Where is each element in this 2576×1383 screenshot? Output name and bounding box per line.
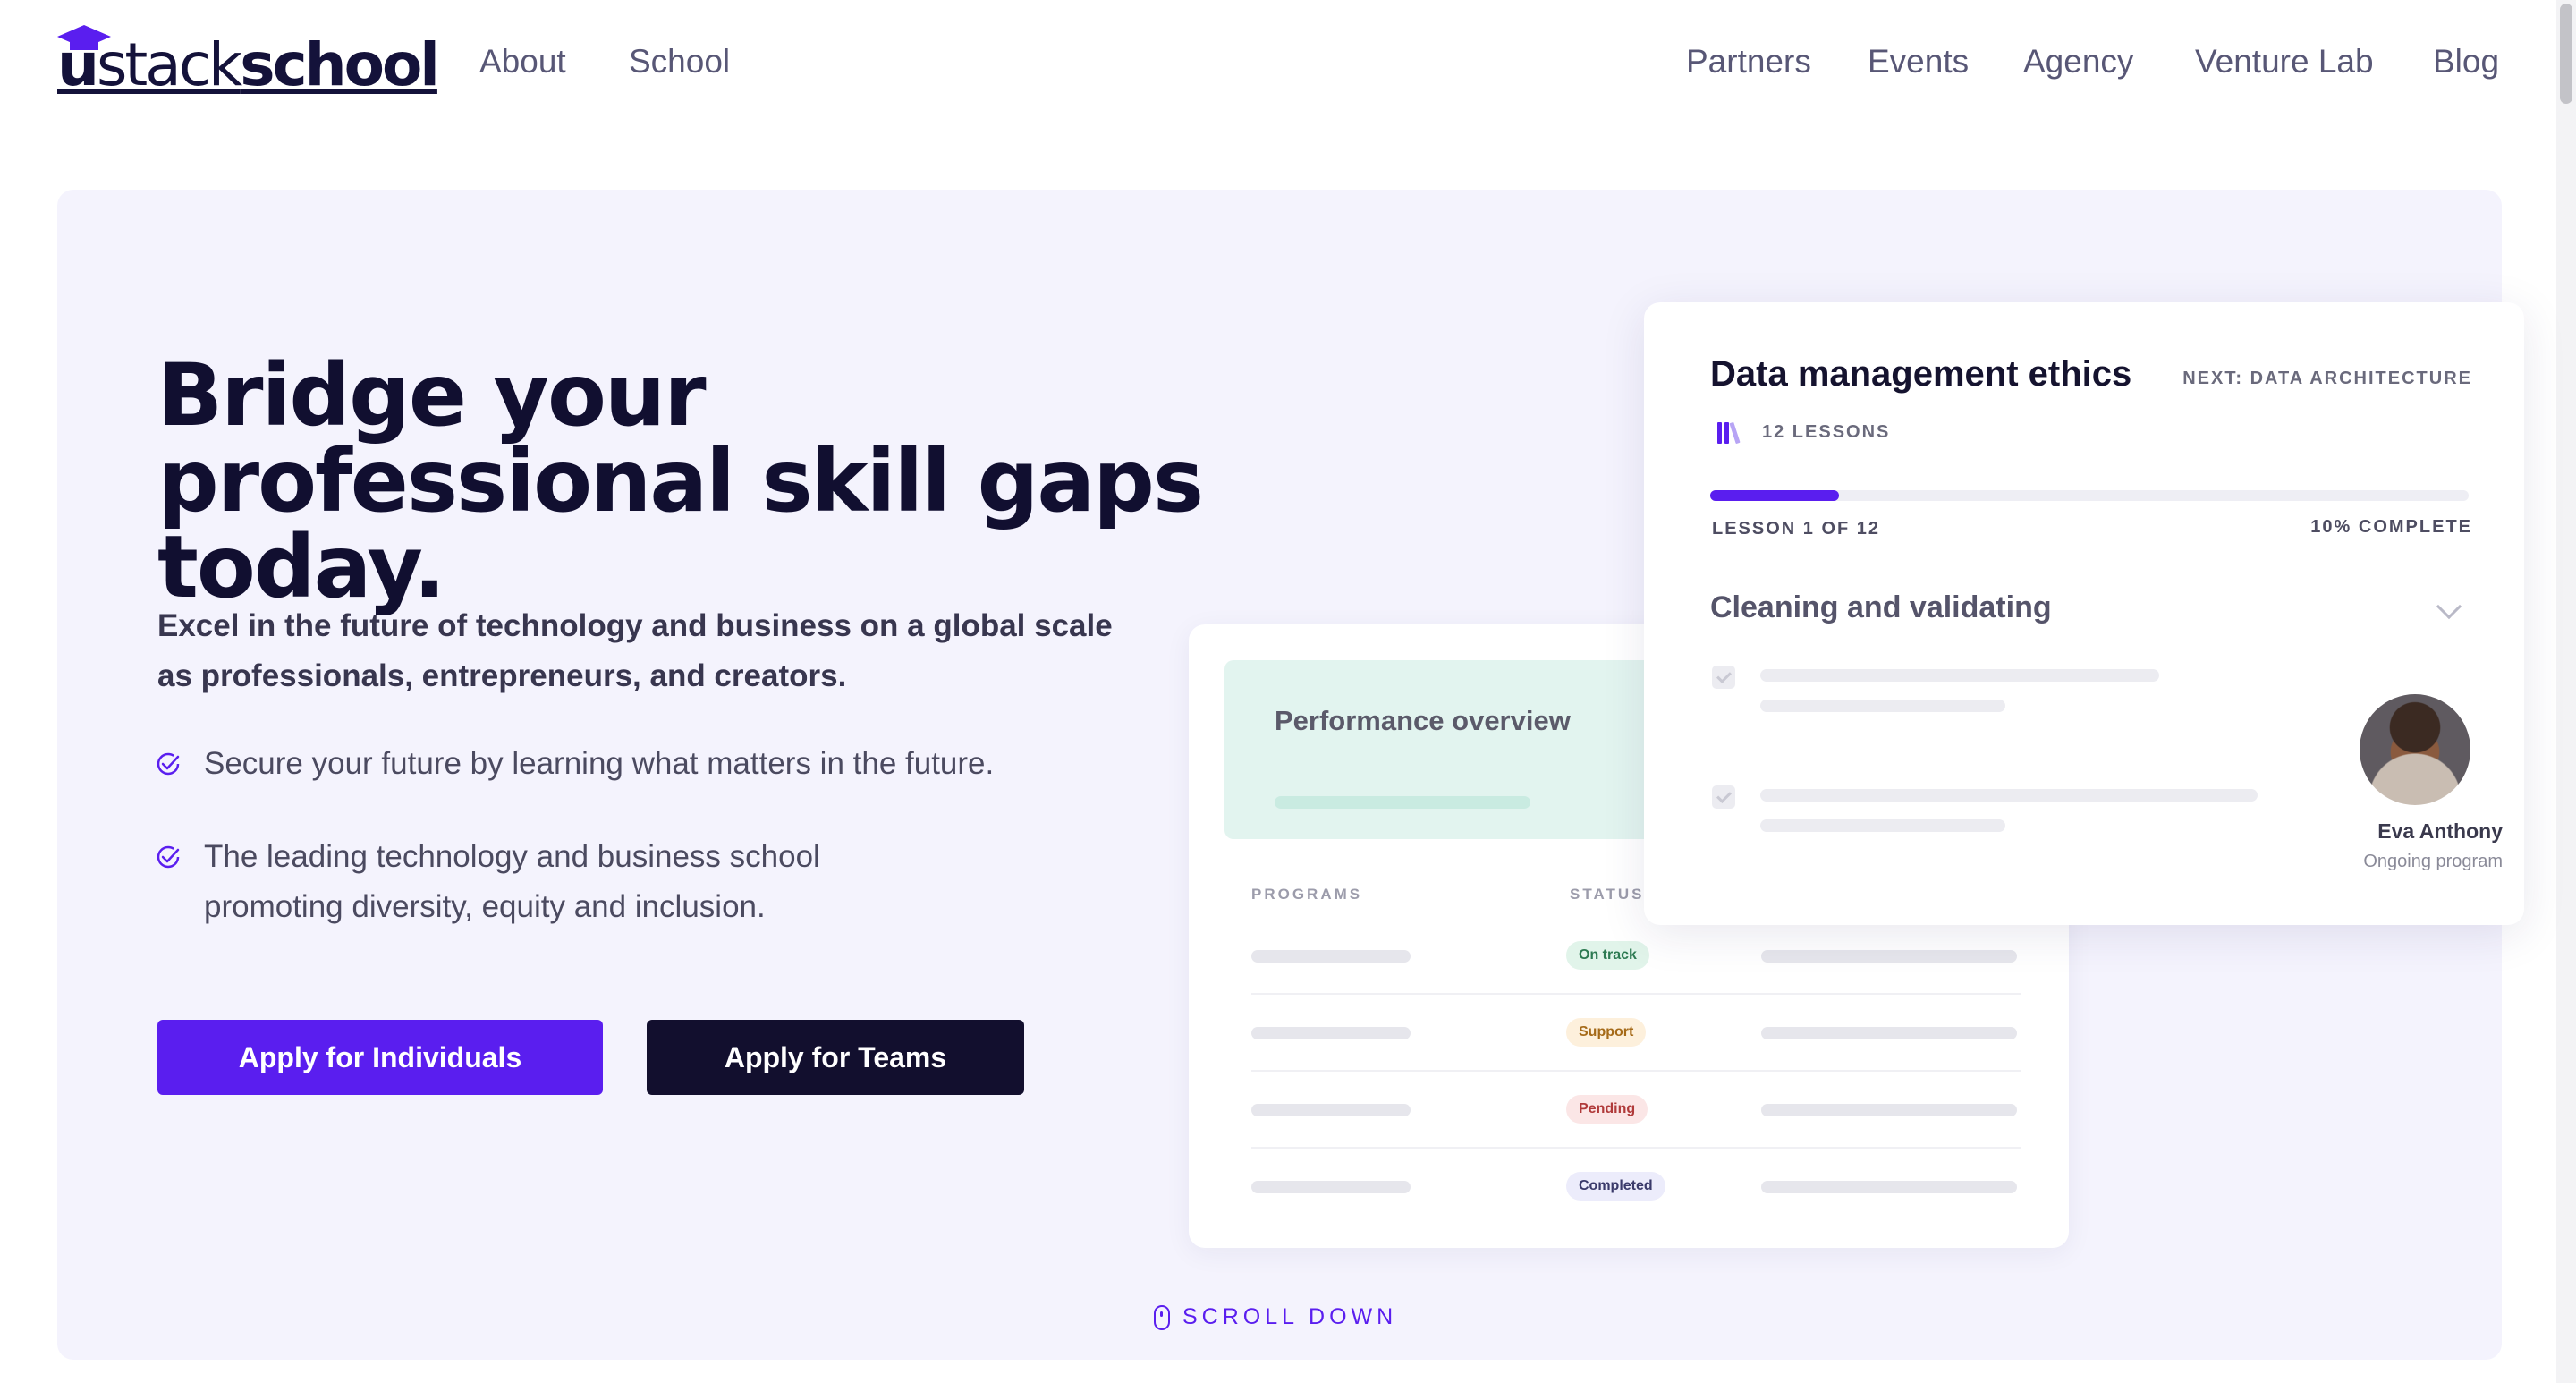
graduation-cap-icon [57,25,111,50]
skeleton-line [1760,669,2159,682]
check-text: The leading technology and business scho… [204,839,820,924]
scrollbar[interactable] [2556,0,2576,1383]
check-circle-icon [157,752,180,776]
skeleton-cell [1761,1181,2017,1193]
nav-venture-lab[interactable]: Venture Lab [2195,39,2374,84]
lesson-position: LESSON 1 OF 12 [1712,519,1881,539]
checkbox[interactable] [1712,666,1735,689]
apply-individuals-button[interactable]: Apply for Individuals [157,1020,603,1095]
lesson-count: 12 LESSONS [1716,419,1890,445]
next-course-label: NEXT: DATA ARCHITECTURE [2182,369,2472,388]
skeleton-cell [1251,1104,1411,1116]
logo-brand: stack [97,30,242,99]
skeleton-line [1760,700,2005,712]
section-title[interactable]: Cleaning and validating [1710,590,2052,625]
hero-subhead: Excel in the future of technology and bu… [157,608,1113,693]
nav-agency[interactable]: Agency [2023,39,2133,84]
check-item: Secure your future by learning what matt… [157,739,1188,789]
skeleton-cell [1761,1027,2017,1039]
completion-percent: 10% COMPLETE [2310,517,2472,537]
nav-events[interactable]: Events [1868,39,1969,84]
status-badge: Completed [1566,1172,1665,1201]
skeleton-cell [1761,950,2017,963]
nav-about[interactable]: About [479,39,566,84]
performance-header: Performance overview [1224,660,1654,839]
chevron-down-icon[interactable] [2436,593,2462,620]
person-status: Ongoing program [2363,852,2503,871]
skeleton-cell [1251,1027,1411,1039]
column-header-programs: PROGRAMS [1251,886,1363,903]
page: ustackschool About School Partners Event… [0,0,2576,1383]
check-item: The leading technology and business scho… [157,832,884,932]
course-progress-fill [1710,490,1840,501]
skeleton-line [1760,819,2005,832]
status-badge: On track [1566,941,1649,970]
nav-school[interactable]: School [629,39,730,84]
logo-suffix: school [240,30,440,99]
table-row: On track [1251,918,2021,995]
course-title: Data management ethics [1710,354,2132,394]
checkbox[interactable] [1712,785,1735,809]
books-icon [1716,419,1742,445]
status-badge: Support [1566,1018,1647,1047]
table-row: Support [1251,995,2021,1072]
skeleton-cell [1761,1104,2017,1116]
column-header-status: STATUS [1570,886,1645,903]
logo[interactable]: ustackschool [57,25,440,99]
mouse-icon [1154,1304,1170,1330]
lesson-count-text: 12 LESSONS [1762,421,1891,442]
person-name: Eva Anthony [2377,819,2503,843]
status-badge: Pending [1566,1095,1648,1124]
skeleton-cell [1251,950,1411,963]
check-circle-icon [157,845,180,869]
table-row: Completed [1251,1149,2021,1226]
avatar [2360,694,2470,805]
nav-blog[interactable]: Blog [2433,39,2499,84]
nav-partners[interactable]: Partners [1686,39,1811,84]
performance-title: Performance overview [1275,705,1571,736]
skeleton-bar [1275,796,1530,809]
skeleton-cell [1251,1181,1411,1193]
scroll-down-link[interactable]: SCROLL DOWN [1154,1304,1397,1330]
apply-teams-button[interactable]: Apply for Teams [647,1020,1024,1095]
scrollbar-thumb[interactable] [2560,4,2572,104]
skeleton-line [1760,789,2258,802]
course-card: Data management ethics NEXT: DATA ARCHIT… [1644,302,2524,925]
check-text: Secure your future by learning what matt… [204,746,995,781]
hero-headline: Bridge your professional skill gaps toda… [157,345,1204,617]
scroll-down-label: SCROLL DOWN [1182,1304,1398,1329]
course-progress-bar [1710,490,2469,501]
table-row: Pending [1251,1072,2021,1149]
